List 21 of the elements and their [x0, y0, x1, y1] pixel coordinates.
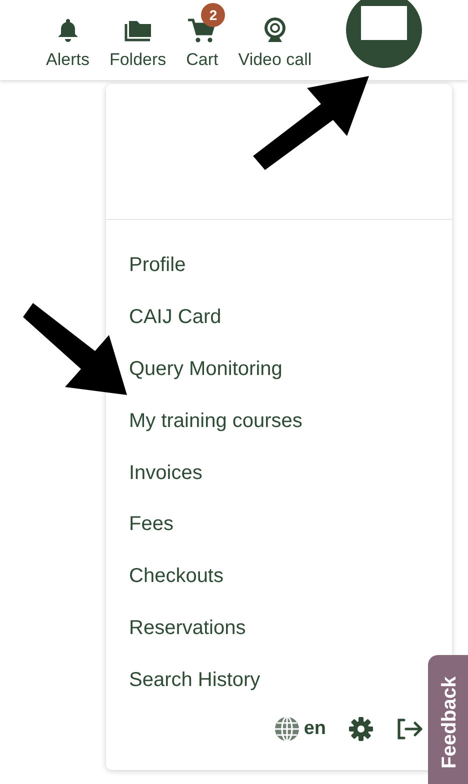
settings-icon[interactable]	[348, 716, 374, 742]
webcam-icon	[262, 17, 288, 43]
nav-button[interactable]: Alerts	[36, 4, 100, 70]
menu-item[interactable]: CAIJ Card	[129, 306, 222, 330]
language-button[interactable]: en	[274, 716, 326, 742]
feedback-tab[interactable]: Feedback	[428, 655, 468, 784]
nav-button[interactable]: Folders	[99, 4, 176, 70]
bell-icon	[56, 18, 79, 42]
globe-icon	[274, 716, 300, 742]
menu-item[interactable]: Fees	[129, 513, 174, 536]
nav-button[interactable]: Video call	[228, 4, 322, 70]
logout-icon[interactable]	[396, 717, 424, 742]
menu-item[interactable]: Search History	[129, 668, 260, 692]
menu-item[interactable]: Invoices	[129, 462, 202, 485]
count-badge: 2	[201, 3, 226, 27]
nav-button[interactable]: 2 Cart	[176, 4, 228, 70]
menu-item[interactable]: My training courses	[129, 410, 302, 433]
menu-item[interactable]: Query Monitoring	[129, 358, 282, 381]
menu-item[interactable]: Checkouts	[129, 565, 224, 588]
menu-item[interactable]: Reservations	[129, 616, 246, 640]
menu-item[interactable]: Profile	[129, 254, 186, 278]
